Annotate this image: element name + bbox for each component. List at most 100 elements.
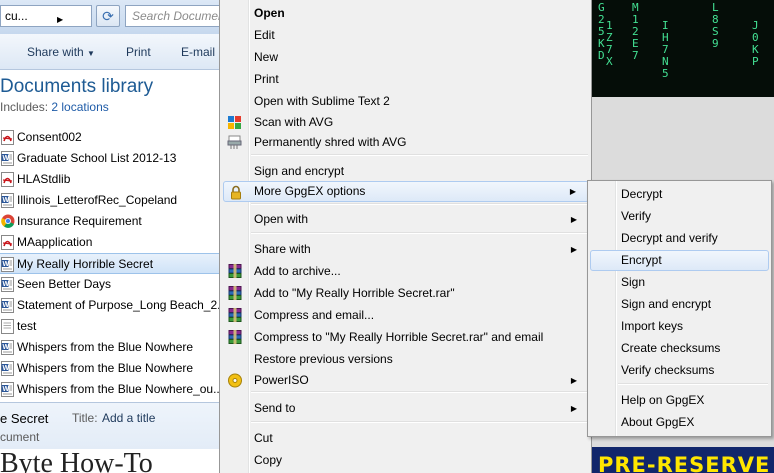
submenu-item-verify-checksums[interactable]: Verify checksums	[590, 360, 769, 381]
file-row[interactable]: W Graduate School List 2012-13	[0, 148, 219, 169]
submenu-item-verify[interactable]: Verify	[590, 206, 769, 227]
menu-item-poweriso[interactable]: PowerISO ▶	[223, 370, 589, 391]
word-doc-icon: W	[1, 151, 14, 166]
file-row[interactable]: MAapplication	[0, 232, 219, 253]
menu-item-compress-and-email[interactable]: Compress and email...	[223, 305, 589, 326]
file-name: Whispers from the Blue Nowhere	[17, 361, 194, 375]
submenu-arrow-icon: ▶	[570, 245, 577, 254]
menu-item-label: Open with Sublime Text 2	[254, 94, 390, 108]
svg-text:W: W	[3, 155, 10, 162]
file-row[interactable]: Insurance Requirement	[0, 211, 219, 232]
menu-item-new[interactable]: New	[223, 47, 589, 68]
word-doc-icon: W	[1, 257, 14, 272]
menu-separator	[251, 391, 588, 393]
print-button[interactable]: Print	[126, 45, 151, 59]
menu-item-restore-previous-versions[interactable]: Restore previous versions	[223, 349, 589, 370]
file-row[interactable]: HLAStdlib	[0, 169, 219, 190]
menu-item-open[interactable]: Open	[223, 3, 589, 24]
file-row[interactable]: W Illinois_LetterofRec_Copeland	[0, 190, 219, 211]
menu-item-label: Compress and email...	[254, 308, 375, 322]
refresh-button[interactable]: ⟳	[96, 5, 120, 27]
svg-text:W: W	[3, 197, 10, 204]
submenu-item-decrypt[interactable]: Decrypt	[590, 184, 769, 205]
file-row[interactable]: W Seen Better Days	[0, 274, 219, 295]
pdf-icon	[1, 172, 14, 187]
menu-item-add-to-my-really-horrible-secret-rar[interactable]: Add to "My Really Horrible Secret.rar"	[223, 283, 589, 304]
menu-item-open-with[interactable]: Open with ▶	[223, 209, 589, 230]
avg-icon	[227, 115, 243, 130]
submenu-item-sign-and-encrypt[interactable]: Sign and encrypt	[590, 294, 769, 315]
menu-item-label: Permanently shred with AVG	[254, 135, 407, 149]
menu-item-label: Restore previous versions	[254, 352, 393, 366]
menu-item-compress-to-my-really-horrible-secret-rar-and-email[interactable]: Compress to "My Really Horrible Secret.r…	[223, 327, 589, 348]
details-file-type: cument	[0, 430, 40, 444]
matrix-background-image: G25KD 1Z7X M12E7 IH7N5 L8S9 J0KP	[592, 0, 774, 97]
matrix-column: L8S9	[712, 1, 719, 50]
share-with-button[interactable]: Share with ▼	[27, 45, 95, 59]
breadcrumb-arrow-icon[interactable]: ▶	[57, 15, 63, 24]
email-button[interactable]: E-mail	[181, 45, 215, 59]
banner-ad: PRE-RESERVE	[592, 447, 774, 473]
menu-item-label: Open	[254, 6, 285, 20]
menu-separator	[251, 203, 588, 205]
svg-text:W: W	[3, 281, 10, 288]
details-title-field[interactable]: Add a title	[102, 411, 155, 425]
address-bar-row: cu... ▶ ⟳ Search Documents	[0, 0, 219, 34]
library-includes: Includes: 2 locations	[0, 100, 109, 114]
matrix-column: J0KP	[752, 19, 759, 68]
menu-item-label: Sign and encrypt	[254, 164, 345, 178]
submenu-item-sign[interactable]: Sign	[590, 272, 769, 293]
file-name: Whispers from the Blue Nowhere	[17, 340, 194, 354]
submenu-item-decrypt-and-verify[interactable]: Decrypt and verify	[590, 228, 769, 249]
submenu-item-create-checksums[interactable]: Create checksums	[590, 338, 769, 359]
menu-item-send-to[interactable]: Send to ▶	[223, 398, 589, 419]
menu-item-label: Add to archive...	[254, 264, 341, 278]
winrar-icon	[227, 264, 243, 279]
file-row[interactable]: Consent002	[0, 127, 219, 148]
menu-item-sign-and-encrypt[interactable]: Sign and encrypt	[223, 161, 589, 182]
menu-item-edit[interactable]: Edit	[223, 25, 589, 46]
menu-item-more-gpgex-options[interactable]: More GpgEX options ▶	[223, 181, 589, 202]
file-row[interactable]: W My Really Horrible Secret	[0, 253, 219, 274]
file-row[interactable]: W Whispers from the Blue Nowhere	[0, 337, 219, 358]
svg-text:W: W	[3, 365, 10, 372]
word-doc-icon: W	[1, 193, 14, 208]
submenu-arrow-icon: ▶	[569, 187, 576, 196]
submenu-item-encrypt[interactable]: Encrypt	[590, 250, 769, 271]
menu-item-permanently-shred-with-avg[interactable]: Permanently shred with AVG	[223, 132, 589, 153]
menu-item-open-with-sublime-text-2[interactable]: Open with Sublime Text 2	[223, 91, 589, 112]
menu-item-share-with[interactable]: Share with ▶	[223, 239, 589, 260]
locations-link[interactable]: 2 locations	[51, 100, 108, 114]
address-bar[interactable]: cu... ▶	[0, 5, 92, 27]
svg-text:W: W	[3, 302, 10, 309]
winrar-icon	[227, 286, 243, 301]
shredder-icon	[227, 135, 243, 150]
menu-item-label: Print	[254, 72, 279, 86]
menu-separator	[251, 154, 588, 156]
svg-text:W: W	[3, 344, 10, 351]
submenu-separator	[618, 383, 768, 385]
submenu-item-import-keys[interactable]: Import keys	[590, 316, 769, 337]
file-name: My Really Horrible Secret	[17, 257, 154, 271]
submenu-arrow-icon: ▶	[570, 376, 577, 385]
file-row[interactable]: W Whispers from the Blue Nowhere	[0, 358, 219, 379]
file-row[interactable]: W Statement of Purpose_Long Beach_2...	[0, 295, 219, 316]
menu-item-cut[interactable]: Cut	[223, 428, 589, 449]
file-row[interactable]: W Whispers from the Blue Nowhere_ou...	[0, 379, 219, 400]
background-page-text: Byte How-To	[0, 449, 219, 473]
search-input[interactable]: Search Documents	[125, 5, 219, 27]
file-name: Insurance Requirement	[17, 214, 142, 228]
menu-item-label: PowerISO	[254, 373, 309, 387]
file-row[interactable]: test	[0, 316, 219, 337]
file-name: Whispers from the Blue Nowhere_ou...	[17, 382, 219, 396]
menu-item-add-to-archive[interactable]: Add to archive...	[223, 261, 589, 282]
banner-text: PRE-RESERVE	[598, 453, 771, 473]
matrix-column: M12E7	[632, 1, 639, 62]
menu-item-label: Add to "My Really Horrible Secret.rar"	[254, 286, 455, 300]
menu-item-copy[interactable]: Copy	[223, 450, 589, 471]
submenu-item-about-gpgex[interactable]: About GpgEX	[590, 412, 769, 433]
menu-item-scan-with-avg[interactable]: Scan with AVG	[223, 112, 589, 133]
submenu-item-help-on-gpgex[interactable]: Help on GpgEX	[590, 390, 769, 411]
menu-item-print[interactable]: Print	[223, 69, 589, 90]
explorer-window: cu... ▶ ⟳ Search Documents Share with ▼ …	[0, 0, 219, 473]
